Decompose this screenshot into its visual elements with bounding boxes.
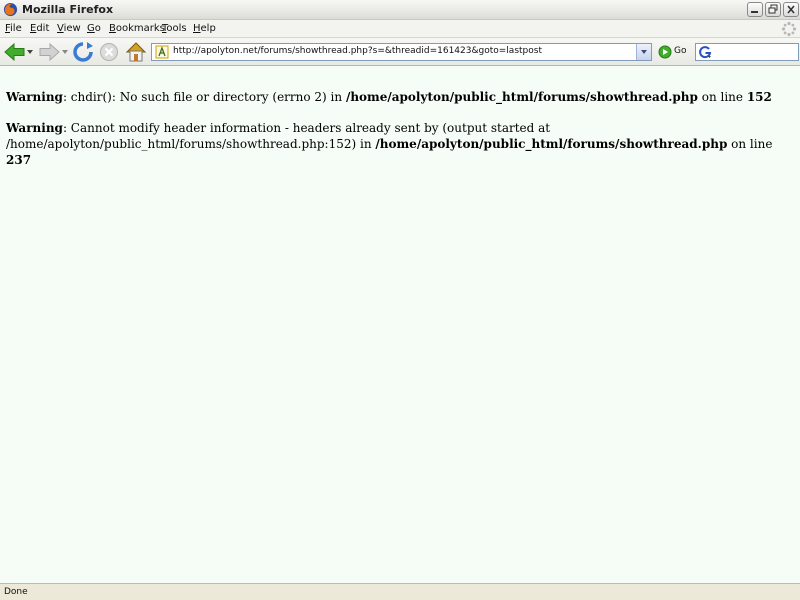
- menu-bar: File Edit View Go Bookmarks Tools Help: [0, 20, 800, 38]
- menu-go[interactable]: Go: [87, 23, 101, 34]
- search-engine-icon[interactable]: [698, 45, 712, 59]
- window-title: Mozilla Firefox: [22, 3, 114, 16]
- close-icon: [787, 5, 795, 14]
- warning-message-2: Warning: Cannot modify header informatio…: [6, 121, 773, 167]
- home-icon[interactable]: [125, 41, 147, 63]
- back-arrow-icon[interactable]: [4, 43, 26, 61]
- back-history-dropdown-icon[interactable]: [27, 49, 34, 55]
- menu-bookmarks[interactable]: Bookmarks: [109, 23, 165, 34]
- minimize-icon: [751, 11, 758, 13]
- go-arrow-icon: [658, 45, 672, 59]
- address-input[interactable]: http://apolyton.net/forums/showthread.ph…: [173, 46, 542, 56]
- menu-file[interactable]: File: [5, 23, 22, 34]
- address-bar[interactable]: http://apolyton.net/forums/showthread.ph…: [151, 43, 652, 61]
- site-favicon-icon: [155, 45, 169, 59]
- menu-edit[interactable]: Edit: [30, 23, 49, 34]
- google-g-icon: [699, 46, 712, 59]
- menu-view[interactable]: View: [57, 23, 81, 34]
- chevron-down-icon: [641, 50, 647, 54]
- restore-icon: [768, 4, 778, 14]
- forward-arrow-icon[interactable]: [38, 43, 60, 61]
- menu-tools[interactable]: Tools: [162, 23, 187, 34]
- throbber-icon: [781, 21, 797, 37]
- reload-icon[interactable]: [72, 41, 94, 63]
- status-bar: Done: [0, 583, 800, 600]
- warning-message-1: Warning: chdir(): No such file or direct…: [6, 90, 772, 104]
- stop-icon[interactable]: [99, 42, 119, 62]
- go-label: Go: [674, 46, 687, 56]
- search-bar[interactable]: [695, 43, 799, 61]
- minimize-button[interactable]: [747, 2, 763, 17]
- title-bar[interactable]: Mozilla Firefox: [0, 0, 800, 20]
- address-history-dropdown[interactable]: [636, 44, 651, 60]
- firefox-icon: [3, 2, 18, 17]
- menu-help[interactable]: Help: [193, 23, 216, 34]
- page-content: Warning: chdir(): No such file or direct…: [0, 66, 800, 583]
- browser-window: Mozilla Firefox File Edit View Go Bookma…: [0, 0, 800, 600]
- restore-button[interactable]: [765, 2, 781, 17]
- status-text: Done: [4, 587, 28, 597]
- forward-history-dropdown-icon[interactable]: [62, 49, 69, 55]
- close-button[interactable]: [783, 2, 799, 17]
